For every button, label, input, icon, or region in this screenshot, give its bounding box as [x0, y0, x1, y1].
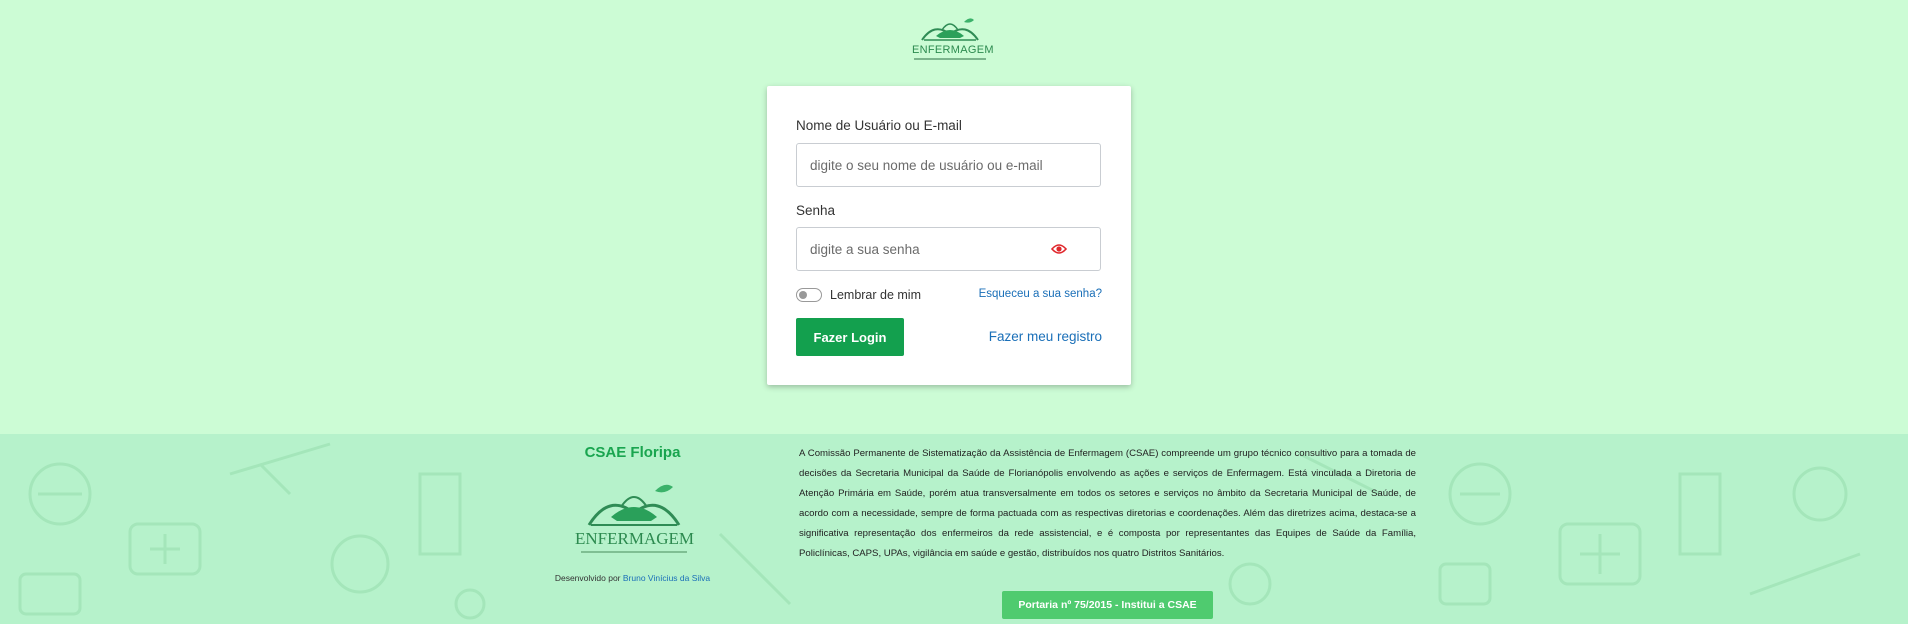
footer-logo-underline [581, 551, 687, 553]
remember-me-toggle[interactable] [796, 288, 822, 302]
footer-logo: ENFERMAGEM [575, 479, 695, 559]
register-link[interactable]: Fazer meu registro [989, 329, 1102, 344]
username-input[interactable] [797, 144, 1063, 186]
footer: CSAE Floripa ENFERMAGEM Desenvolvido por… [0, 434, 1908, 624]
eye-icon[interactable] [1050, 242, 1068, 256]
footer-title: CSAE Floripa [584, 444, 681, 461]
forgot-password-link[interactable]: Esqueceu a sua senha? [979, 288, 1102, 300]
password-field-wrapper [796, 227, 1101, 271]
password-input[interactable] [797, 228, 1063, 270]
nursing-lamp-logo-icon [921, 18, 979, 41]
portaria-button[interactable]: Portaria nº 75/2015 - Institui a CSAE [1002, 591, 1213, 619]
csae-description: A Comissão Permanente de Sistematização … [799, 448, 1416, 559]
username-field-wrapper [796, 143, 1101, 187]
login-button[interactable]: Fazer Login [796, 318, 904, 356]
password-label: Senha [796, 203, 836, 218]
developer-credit: Desenvolvido por Bruno Vinícius da Silva [500, 573, 765, 583]
header-logo: ENFERMAGEM [912, 14, 994, 64]
logo-text: ENFERMAGEM [912, 44, 994, 56]
login-card: Nome de Usuário ou E-mail Senha Lembrar … [767, 86, 1131, 385]
developer-link[interactable]: Bruno Vinícius da Silva [623, 573, 710, 583]
logo-underline [914, 58, 986, 60]
developer-prefix: Desenvolvido por [554, 573, 621, 583]
username-label: Nome de Usuário ou E-mail [796, 118, 962, 133]
remember-me-label: Lembrar de mim [830, 288, 921, 302]
nursing-lamp-logo-icon [587, 484, 681, 526]
footer-logo-text: ENFERMAGEM [575, 529, 695, 548]
toggle-knob [799, 291, 807, 299]
